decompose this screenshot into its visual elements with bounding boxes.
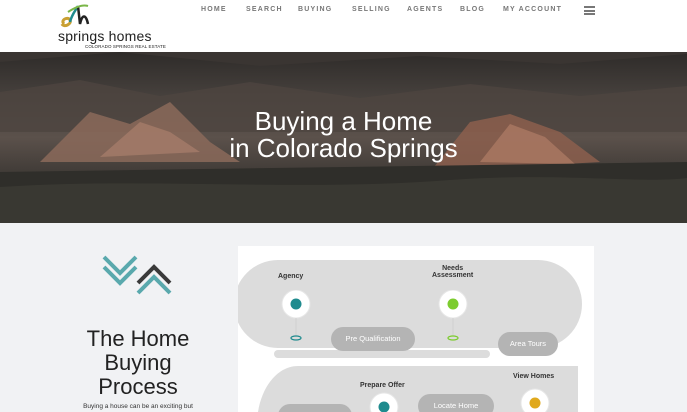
nav-my-account[interactable]: MY ACCOUNT (503, 6, 562, 13)
step-needs-line2: Assessment (432, 272, 474, 279)
nav-search[interactable]: SEARCH (246, 6, 283, 13)
hero-title-line2: in Colorado Springs (229, 133, 458, 163)
logo-text: springs homes (58, 28, 152, 44)
step-prepare-offer-label: Prepare Offer (360, 382, 405, 389)
process-section: The Home Buying Process Buying a house c… (0, 223, 687, 412)
process-title-line3: Process (98, 374, 178, 399)
step-view-homes-label: View Homes (513, 373, 555, 380)
nav-home[interactable]: HOME (201, 6, 227, 13)
process-title-line1: The Home (86, 326, 190, 351)
site-header: springs homes COLORADO SPRINGS REAL ESTA… (0, 0, 687, 52)
nav-buying[interactable]: BUYING (298, 6, 332, 13)
prepare-offer-marker (369, 392, 399, 412)
hero-title: Buying a Home in Colorado Springs (0, 108, 687, 162)
agency-marker (281, 290, 311, 341)
process-intro-text: Buying a house can be an exciting but (83, 403, 193, 410)
chevrons-icon (102, 255, 172, 295)
hero-banner: Buying a Home in Colorado Springs (0, 52, 687, 223)
step-agency-label: Agency (278, 273, 304, 280)
hero-title-line1: Buying a Home (254, 106, 433, 136)
pill-area-tours: Area Tours (498, 332, 558, 356)
needs-assessment-marker (438, 290, 468, 341)
pill-partial (278, 404, 352, 412)
pill-locate-home: Locate Home (418, 394, 494, 412)
nav-agents[interactable]: AGENTS (407, 6, 443, 13)
nav-blog[interactable]: BLOG (460, 6, 485, 13)
logo-subtitle: COLORADO SPRINGS REAL ESTATE (85, 44, 166, 49)
step-needs-label: Needs Assessment (432, 265, 473, 279)
process-title: The Home Buying Process (40, 327, 236, 399)
view-homes-marker (520, 388, 550, 412)
nav-selling[interactable]: SELLING (352, 6, 391, 13)
step-needs-line1: Needs (442, 265, 464, 272)
process-diagram: Agency Needs Assessment Prepare Offer Vi… (238, 246, 594, 412)
pill-pre-qualification: Pre Qualification (331, 327, 415, 351)
process-title-line2: Buying (104, 350, 172, 375)
hamburger-icon[interactable] (584, 6, 595, 15)
site-logo[interactable]: springs homes COLORADO SPRINGS REAL ESTA… (58, 2, 198, 50)
